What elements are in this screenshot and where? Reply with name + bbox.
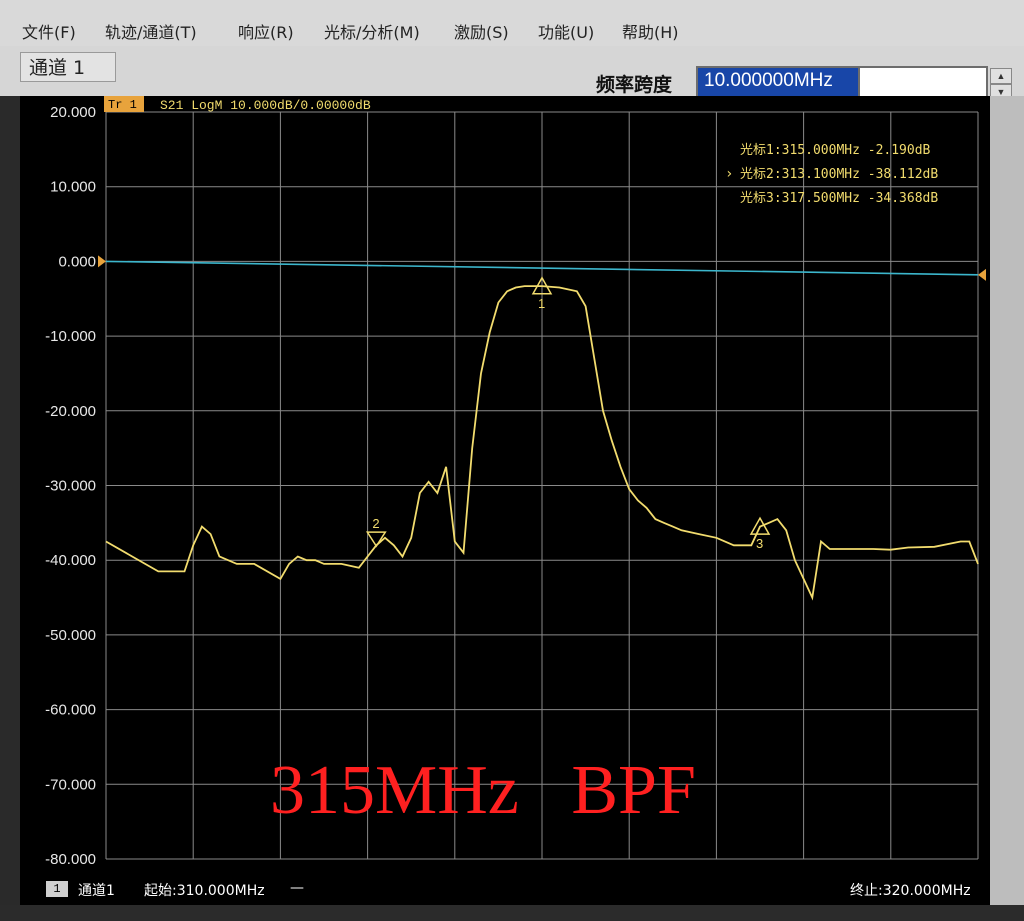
marker-glyphs: 1 2 3 xyxy=(365,276,771,551)
bottom-bezel xyxy=(0,905,1024,921)
status-bar: 1 通道1 起始:310.000MHz — 终止:320.000MHz xyxy=(20,872,990,905)
y-tick-label: 10.000 xyxy=(50,179,96,196)
tab-channel-1[interactable]: 通道 1 xyxy=(20,52,116,82)
menu-file[interactable]: 文件(F) xyxy=(22,19,76,43)
menu-help[interactable]: 帮助(H) xyxy=(622,19,679,43)
menu-function[interactable]: 功能(U) xyxy=(538,19,594,43)
y-axis-ticks: 20.000 10.000 0.000 -10.000 -20.000 -30.000 -4… xyxy=(45,104,96,868)
status-start[interactable]: 起始:310.000MHz xyxy=(144,880,265,900)
y-tick-label: -20.000 xyxy=(45,403,96,420)
menu-stimulus[interactable]: 激励(S) xyxy=(454,19,509,43)
span-input-field[interactable] xyxy=(860,66,988,98)
y-tick-label: -60.000 xyxy=(45,702,96,719)
marker-readout: 光标1:315.000MHz -2.190dB › 光标2:313.100MHz… xyxy=(725,143,938,206)
y-tick-label: -10.000 xyxy=(45,328,96,345)
trace-plot: 20.000 10.000 0.000 -10.000 -20.000 -30.000 -4… xyxy=(45,96,986,868)
y-tick-label: -30.000 xyxy=(45,478,96,495)
marker-readout-1: 光标1:315.000MHz -2.190dB xyxy=(740,143,931,158)
overlay-label: 315MHz BPF xyxy=(270,752,696,829)
trace-info: S21 LogM 10.000dB/0.00000dB xyxy=(160,98,371,113)
status-channel-box[interactable]: 1 xyxy=(46,881,68,897)
y-tick-label: -50.000 xyxy=(45,627,96,644)
span-input[interactable]: 10.000000MHz xyxy=(696,66,860,98)
ref-right-arrow-icon xyxy=(978,268,986,281)
menu-bar: 文件(F) 轨迹/通道(T) 响应(R) 光标/分析(M) 激励(S) 功能(U… xyxy=(0,0,1024,46)
y-tick-label: -80.000 xyxy=(45,851,96,868)
status-stop[interactable]: 终止:320.000MHz xyxy=(850,880,971,900)
status-channel: 通道1 xyxy=(78,883,115,899)
ref-left-arrow-icon xyxy=(98,255,106,268)
y-tick-label: 0.000 xyxy=(58,253,96,270)
marker-3-label: 3 xyxy=(756,536,763,551)
menu-response[interactable]: 响应(R) xyxy=(238,19,294,43)
menu-trace-channel[interactable]: 轨迹/通道(T) xyxy=(105,19,197,43)
menu-marker-analysis[interactable]: 光标/分析(M) xyxy=(324,19,420,43)
trace-tag[interactable]: Tr 1 xyxy=(108,98,137,112)
active-marker-chevron-icon: › xyxy=(725,166,733,182)
toolbar: 通道 1 频率跨度 10.000000MHz ▲ ▼ xyxy=(0,46,1024,100)
y-tick-label: -70.000 xyxy=(45,776,96,793)
y-tick-label: 20.000 xyxy=(50,104,96,121)
spin-up-icon[interactable]: ▲ xyxy=(990,68,1012,84)
marker-readout-2: 光标2:313.100MHz -38.112dB xyxy=(740,167,938,182)
span-label: 频率跨度 xyxy=(596,74,673,96)
marker-readout-3: 光标3:317.500MHz -34.368dB xyxy=(740,191,938,206)
marker-1-label: 1 xyxy=(538,296,545,311)
analyzer-screen: 20.000 10.000 0.000 -10.000 -20.000 -30.000 -4… xyxy=(20,96,990,905)
marker-2-label: 2 xyxy=(372,516,379,531)
right-side-panel xyxy=(990,96,1024,905)
status-dash: — xyxy=(290,880,304,896)
left-bezel xyxy=(0,96,20,905)
grid xyxy=(105,111,979,860)
y-tick-label: -40.000 xyxy=(45,552,96,569)
